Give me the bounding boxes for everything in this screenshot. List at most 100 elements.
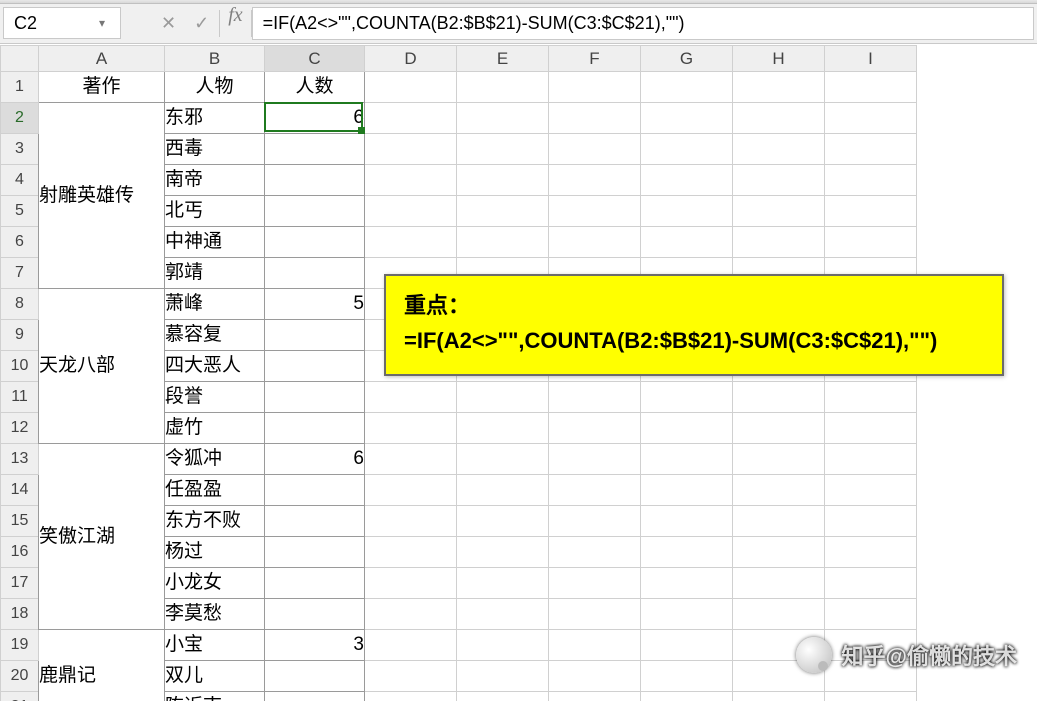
- cell-G1[interactable]: [641, 72, 733, 103]
- cell-I17[interactable]: [825, 568, 917, 599]
- cell-A19[interactable]: 鹿鼎记: [39, 630, 165, 701]
- cell-B21[interactable]: 陈近南: [165, 692, 265, 701]
- cell-B19[interactable]: 小宝: [165, 630, 265, 661]
- col-head-B[interactable]: B: [165, 46, 265, 72]
- cell-C7[interactable]: [265, 258, 365, 289]
- cell-I18[interactable]: [825, 599, 917, 630]
- cell-E6[interactable]: [457, 227, 549, 258]
- cell-C5[interactable]: [265, 196, 365, 227]
- cell-B5[interactable]: 北丐: [165, 196, 265, 227]
- cell-C3[interactable]: [265, 134, 365, 165]
- cell-G5[interactable]: [641, 196, 733, 227]
- cell-B15[interactable]: 东方不败: [165, 506, 265, 537]
- cell-B4[interactable]: 南帝: [165, 165, 265, 196]
- cell-I21[interactable]: [825, 692, 917, 701]
- cell-C13[interactable]: 6: [265, 444, 365, 475]
- row-head-16[interactable]: 16: [1, 537, 39, 568]
- cell-A13[interactable]: 笑傲江湖: [39, 444, 165, 630]
- cell-G11[interactable]: [641, 382, 733, 413]
- row-head-11[interactable]: 11: [1, 382, 39, 413]
- cell-I20[interactable]: [825, 661, 917, 692]
- cell-D17[interactable]: [365, 568, 457, 599]
- cell-B9[interactable]: 慕容复: [165, 320, 265, 351]
- row-head-18[interactable]: 18: [1, 599, 39, 630]
- cell-D2[interactable]: [365, 103, 457, 134]
- cell-E15[interactable]: [457, 506, 549, 537]
- cell-D13[interactable]: [365, 444, 457, 475]
- row-head-15[interactable]: 15: [1, 506, 39, 537]
- cell-D18[interactable]: [365, 599, 457, 630]
- cell-B17[interactable]: 小龙女: [165, 568, 265, 599]
- cell-B7[interactable]: 郭靖: [165, 258, 265, 289]
- cell-B11[interactable]: 段誉: [165, 382, 265, 413]
- cell-G16[interactable]: [641, 537, 733, 568]
- cell-I4[interactable]: [825, 165, 917, 196]
- cell-E16[interactable]: [457, 537, 549, 568]
- cell-D21[interactable]: [365, 692, 457, 701]
- cell-F3[interactable]: [549, 134, 641, 165]
- cell-F1[interactable]: [549, 72, 641, 103]
- cell-B3[interactable]: 西毒: [165, 134, 265, 165]
- cell-B1[interactable]: 人物: [165, 72, 265, 103]
- cell-D15[interactable]: [365, 506, 457, 537]
- name-box[interactable]: ▾: [3, 7, 121, 39]
- cell-H17[interactable]: [733, 568, 825, 599]
- col-head-H[interactable]: H: [733, 46, 825, 72]
- cell-E2[interactable]: [457, 103, 549, 134]
- cell-H16[interactable]: [733, 537, 825, 568]
- cell-B14[interactable]: 任盈盈: [165, 475, 265, 506]
- cell-G14[interactable]: [641, 475, 733, 506]
- row-head-6[interactable]: 6: [1, 227, 39, 258]
- cell-F15[interactable]: [549, 506, 641, 537]
- row-head-9[interactable]: 9: [1, 320, 39, 351]
- cell-C1[interactable]: 人数: [265, 72, 365, 103]
- cell-F18[interactable]: [549, 599, 641, 630]
- cell-F13[interactable]: [549, 444, 641, 475]
- cell-F4[interactable]: [549, 165, 641, 196]
- cell-F6[interactable]: [549, 227, 641, 258]
- row-head-10[interactable]: 10: [1, 351, 39, 382]
- cell-E3[interactable]: [457, 134, 549, 165]
- row-head-21[interactable]: 21: [1, 692, 39, 701]
- row-head-19[interactable]: 19: [1, 630, 39, 661]
- cell-I19[interactable]: [825, 630, 917, 661]
- cell-H1[interactable]: [733, 72, 825, 103]
- row-head-17[interactable]: 17: [1, 568, 39, 599]
- cell-G19[interactable]: [641, 630, 733, 661]
- cell-I6[interactable]: [825, 227, 917, 258]
- col-head-C[interactable]: C: [265, 46, 365, 72]
- cell-H18[interactable]: [733, 599, 825, 630]
- cell-D6[interactable]: [365, 227, 457, 258]
- cell-B6[interactable]: 中神通: [165, 227, 265, 258]
- cell-I14[interactable]: [825, 475, 917, 506]
- cell-C14[interactable]: [265, 475, 365, 506]
- col-head-D[interactable]: D: [365, 46, 457, 72]
- cell-B16[interactable]: 杨过: [165, 537, 265, 568]
- cell-D16[interactable]: [365, 537, 457, 568]
- cell-F14[interactable]: [549, 475, 641, 506]
- row-head-5[interactable]: 5: [1, 196, 39, 227]
- cell-F21[interactable]: [549, 692, 641, 701]
- cell-I5[interactable]: [825, 196, 917, 227]
- cell-G13[interactable]: [641, 444, 733, 475]
- cell-D12[interactable]: [365, 413, 457, 444]
- worksheet[interactable]: ABCDEFGHI1著作人物人数2射雕英雄传东邪63西毒4南帝5北丐6中神通7郭…: [0, 45, 1037, 701]
- row-head-13[interactable]: 13: [1, 444, 39, 475]
- cell-E17[interactable]: [457, 568, 549, 599]
- cell-I16[interactable]: [825, 537, 917, 568]
- cell-C9[interactable]: [265, 320, 365, 351]
- cell-H19[interactable]: [733, 630, 825, 661]
- cell-I12[interactable]: [825, 413, 917, 444]
- cell-D5[interactable]: [365, 196, 457, 227]
- cell-E20[interactable]: [457, 661, 549, 692]
- cell-C18[interactable]: [265, 599, 365, 630]
- cell-B13[interactable]: 令狐冲: [165, 444, 265, 475]
- cell-D1[interactable]: [365, 72, 457, 103]
- row-head-7[interactable]: 7: [1, 258, 39, 289]
- cell-I15[interactable]: [825, 506, 917, 537]
- cell-E21[interactable]: [457, 692, 549, 701]
- cell-C12[interactable]: [265, 413, 365, 444]
- cell-B2[interactable]: 东邪: [165, 103, 265, 134]
- cell-F20[interactable]: [549, 661, 641, 692]
- cell-E18[interactable]: [457, 599, 549, 630]
